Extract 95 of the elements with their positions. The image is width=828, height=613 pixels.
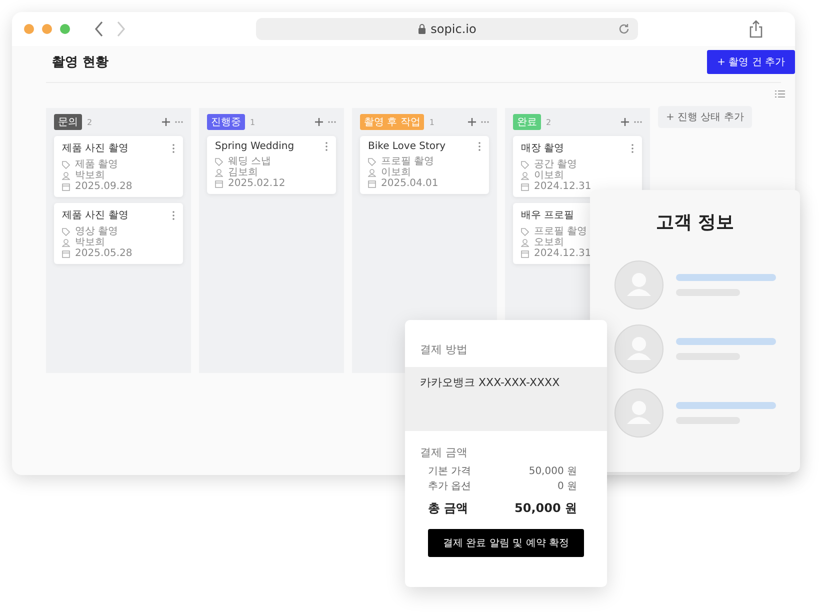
price-label: 기본 가격 [428, 465, 472, 479]
task-card[interactable]: 제품 사진 촬영 영상 촬영 박보희 2025.05.28 [54, 203, 183, 264]
more-icon[interactable] [634, 120, 642, 124]
more-icon[interactable] [481, 120, 489, 124]
kebab-menu-icon[interactable] [325, 142, 328, 151]
assignee-name: 박보희 [75, 170, 105, 181]
price-value: 50,000 원 [528, 465, 577, 479]
calendar-icon [368, 180, 376, 188]
card-count: 1 [429, 118, 434, 126]
task-card[interactable]: 제품 사진 촬영 제품 촬영 박보희 2025.09.28 [54, 136, 183, 197]
kebab-menu-icon[interactable] [172, 144, 175, 152]
tag-icon [62, 228, 70, 236]
avatar-icon [614, 388, 664, 438]
more-icon[interactable] [175, 120, 183, 124]
price-value: 0 원 [557, 480, 577, 494]
card-title: 배우 프로필 [521, 209, 574, 222]
person-icon [368, 168, 376, 176]
panel-title: 고객 정보 [654, 211, 736, 234]
kebab-menu-icon[interactable] [478, 142, 481, 151]
assignee-name: 김보희 [228, 167, 258, 178]
task-card[interactable]: Bike Love Story 프로필 촬영 이보희 2025.04.01 [360, 136, 489, 194]
back-icon[interactable] [94, 21, 104, 37]
avatar-icon [614, 260, 664, 310]
person-icon [215, 168, 223, 176]
kebab-menu-icon[interactable] [631, 144, 634, 152]
maximize-dot-icon[interactable] [60, 24, 70, 34]
card-title: 제품 사진 촬영 [62, 142, 128, 155]
shoot-type: 프로필 촬영 [381, 156, 434, 167]
person-icon [521, 172, 529, 180]
card-title: Bike Love Story [368, 141, 446, 152]
tag-icon [521, 160, 529, 168]
card-title: 매장 촬영 [521, 142, 564, 155]
minimize-dot-icon[interactable] [42, 24, 52, 34]
shoot-type: 프로필 촬영 [534, 226, 588, 237]
card-count: 2 [546, 118, 552, 126]
calendar-icon [215, 180, 223, 188]
plus-icon[interactable] [621, 118, 629, 126]
confirm-button[interactable]: 결제 완료 알림 및 예약 확정 [428, 529, 584, 557]
calendar-icon [62, 182, 70, 190]
calendar-icon [62, 250, 70, 258]
share-icon[interactable] [749, 20, 763, 38]
shoot-type: 영상 촬영 [75, 226, 118, 237]
plus-icon[interactable] [468, 118, 476, 126]
tag-icon [62, 160, 70, 168]
tag-icon [215, 158, 223, 166]
tag-icon [368, 158, 376, 166]
shoot-date: 2024.12.31 [534, 181, 592, 192]
person-icon [521, 238, 529, 246]
tag-icon [521, 228, 529, 236]
shoot-date: 2025.04.01 [381, 178, 438, 189]
avatar-icon [614, 324, 664, 374]
status-tag: 완료 [513, 114, 541, 130]
shoot-date: 2025.05.28 [75, 248, 132, 259]
reload-icon[interactable] [618, 23, 630, 35]
address-bar[interactable]: sopic.io [256, 18, 638, 40]
assignee-name: 오보희 [534, 237, 564, 248]
close-dot-icon[interactable] [24, 24, 34, 34]
section-label: 결제 방법 [420, 342, 468, 357]
lock-icon [418, 24, 426, 34]
assignee-name: 이보희 [381, 167, 411, 178]
list-view-icon[interactable] [775, 90, 785, 98]
plus-icon[interactable] [315, 118, 323, 126]
total-label: 총 금액 [428, 500, 468, 517]
calendar-icon [521, 250, 529, 258]
plus-icon[interactable] [162, 118, 170, 126]
add-shoot-button[interactable]: + 촬영 건 추가 [707, 50, 795, 74]
section-label: 결제 금액 [420, 445, 468, 460]
shoot-type: 공간 촬영 [534, 159, 578, 170]
price-label: 추가 옵션 [428, 480, 472, 494]
calendar-icon [521, 182, 529, 190]
task-card[interactable]: 매장 촬영 공간 촬영 이보희 2024.12.31 [513, 136, 642, 197]
task-card[interactable]: Spring Wedding 웨딩 스냅 김보희 2025.02.12 [207, 136, 336, 194]
shoot-date: 2025.02.12 [228, 178, 286, 189]
assignee-name: 이보희 [534, 170, 564, 181]
url-text: sopic.io [430, 22, 476, 36]
card-title: 제품 사진 촬영 [62, 209, 128, 222]
card-count: 1 [250, 118, 256, 126]
status-tag: 진행중 [207, 114, 245, 130]
payment-method-field: 카카오뱅크 XXX-XXX-XXXX [405, 367, 607, 431]
assignee-name: 박보희 [75, 237, 105, 248]
shoot-date: 2024.12.31 [534, 248, 592, 259]
total-value: 50,000 원 [514, 500, 577, 517]
add-status-button[interactable]: + 진행 상태 추가 [658, 106, 752, 128]
more-icon[interactable] [328, 120, 336, 124]
person-icon [62, 172, 70, 180]
card-count: 2 [87, 118, 92, 126]
person-icon [62, 238, 70, 246]
shoot-date: 2025.09.28 [75, 181, 132, 192]
card-title: Spring Wedding [215, 141, 294, 152]
shoot-type: 제품 촬영 [75, 159, 118, 170]
kebab-menu-icon[interactable] [172, 210, 175, 220]
shoot-type: 웨딩 스냅 [228, 156, 272, 167]
status-tag: 문의 [54, 114, 82, 130]
status-tag: 촬영 후 작업 [360, 114, 424, 130]
page-title: 촬영 현황 [52, 54, 109, 71]
